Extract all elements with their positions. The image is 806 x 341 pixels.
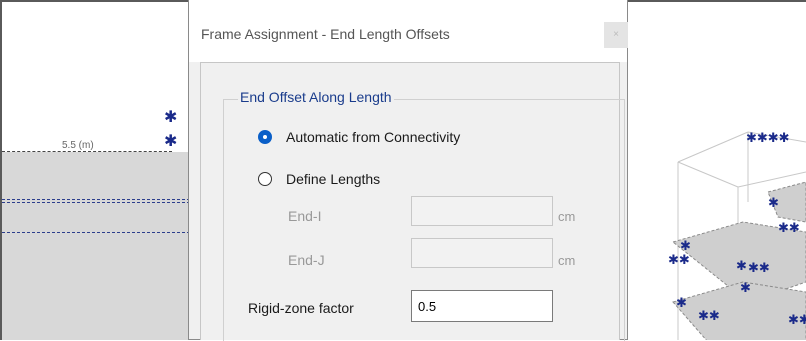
beam-line: [2, 202, 188, 203]
end-j-unit: cm: [558, 253, 576, 268]
dialog-body: End Offset Along Length Automatic from C…: [200, 62, 625, 341]
grid-line: [2, 151, 172, 152]
svg-text:✱: ✱: [736, 259, 747, 274]
svg-text:✱✱: ✱✱: [668, 253, 690, 268]
groupbox-label: End Offset Along Length: [238, 89, 394, 105]
radio-unselected-icon[interactable]: [258, 172, 272, 186]
radio-automatic-from-connectivity[interactable]: Automatic from Connectivity: [258, 129, 460, 145]
rigid-zone-factor-label: Rigid-zone factor: [248, 300, 354, 316]
3d-model-drawing: ✱✱✱✱ ✱ ✱✱ ✱ ✱✱ ✱✱ ✱ ✱ ✱✱ ✱✱ ✱: [668, 131, 806, 340]
end-i-unit: cm: [558, 209, 576, 224]
end-i-label: End-I: [288, 208, 322, 224]
slab-area: [2, 152, 188, 340]
end-i-input[interactable]: [411, 196, 553, 226]
svg-text:✱: ✱: [680, 239, 691, 254]
3d-view-panel[interactable]: ✱✱✱✱ ✱ ✱✱ ✱ ✱✱ ✱✱ ✱ ✱ ✱✱ ✱✱ ✱: [628, 0, 806, 340]
node-marker-icon[interactable]: ✱: [164, 134, 177, 150]
plan-view-panel[interactable]: 5.5 (m) ✱ ✱: [0, 0, 188, 340]
end-j-label: End-J: [288, 252, 325, 268]
end-length-offsets-dialog: Frame Assignment - End Length Offsets × …: [188, 0, 628, 341]
radio-label: Define Lengths: [286, 171, 381, 187]
dialog-title: Frame Assignment - End Length Offsets: [201, 26, 450, 42]
radio-label: Automatic from Connectivity: [286, 129, 461, 145]
svg-text:✱✱: ✱✱: [748, 261, 770, 276]
radio-define-lengths[interactable]: Define Lengths: [258, 171, 380, 187]
svg-text:✱✱: ✱✱: [778, 221, 800, 236]
dialog-titlebar[interactable]: Frame Assignment - End Length Offsets ×: [189, 0, 628, 62]
end-j-input[interactable]: [411, 238, 553, 268]
svg-text:✱: ✱: [740, 281, 751, 296]
svg-text:✱✱: ✱✱: [698, 309, 720, 324]
svg-text:✱: ✱: [676, 296, 687, 311]
rigid-zone-factor-input[interactable]: [411, 290, 553, 322]
radio-selected-icon[interactable]: [258, 130, 272, 144]
beam-line: [2, 232, 188, 233]
dimension-label: 5.5 (m): [62, 140, 94, 151]
close-button[interactable]: ×: [604, 22, 628, 48]
node-marker-icon[interactable]: ✱: [164, 110, 177, 126]
beam-line: [2, 199, 188, 200]
svg-text:✱✱✱✱: ✱✱✱✱: [746, 131, 790, 146]
svg-text:✱✱: ✱✱: [788, 313, 806, 328]
svg-text:✱: ✱: [768, 196, 779, 211]
